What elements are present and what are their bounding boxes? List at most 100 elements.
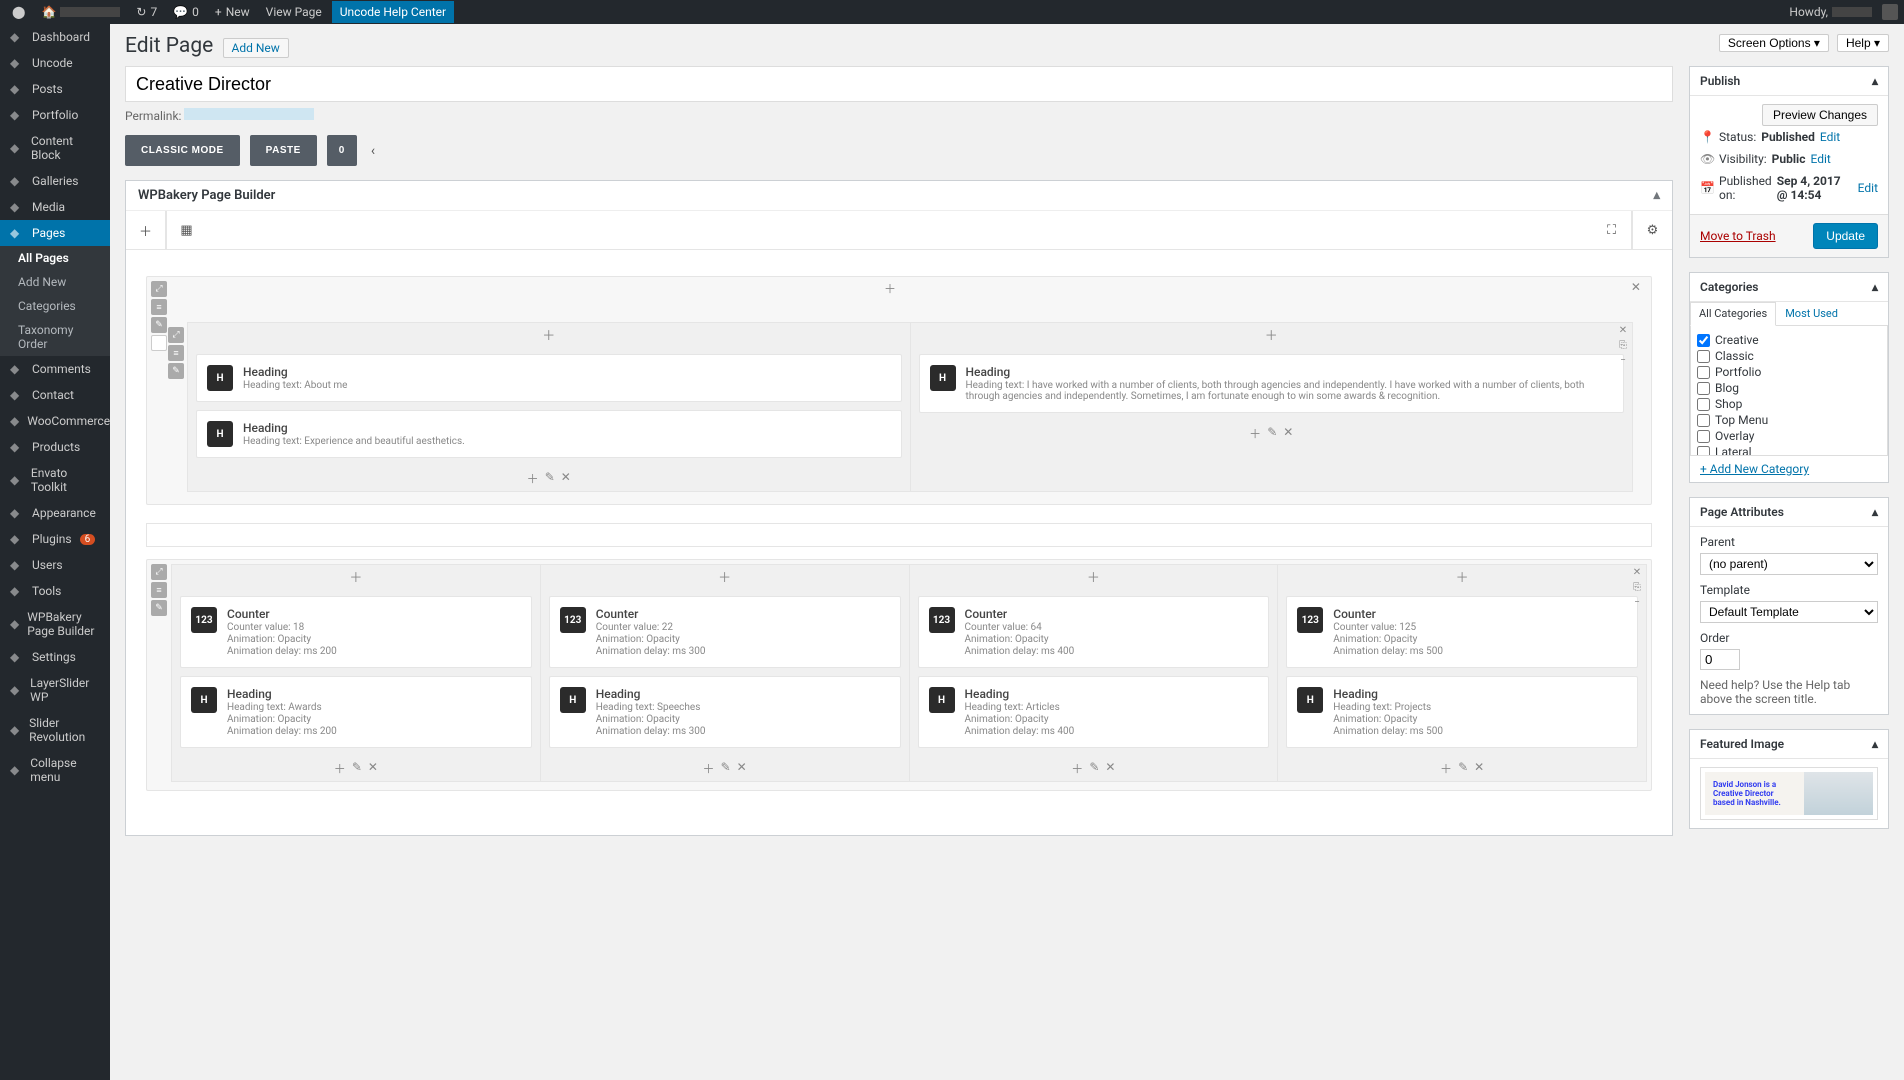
layout-icon[interactable]: ≡ [168, 345, 184, 361]
close-icon[interactable]: ✕ [1474, 760, 1484, 777]
add-icon[interactable]: ＋ [703, 760, 715, 777]
edit-icon[interactable]: ✎ [151, 600, 167, 616]
close-icon[interactable]: ✕ [1616, 325, 1630, 339]
edit-icon[interactable]: ✎ [545, 470, 555, 487]
builder-element[interactable]: HHeadingHeading text: ArticlesAnimation:… [918, 676, 1270, 748]
sidebar-item-plugins[interactable]: ◆Plugins6 [0, 526, 110, 552]
section[interactable]: ⤢ ≡ ✎ ✕ ⎘ − ＋123CounterCounter val [146, 559, 1652, 791]
section[interactable]: ⤢ ≡ ✎ ＋ ✕ [146, 276, 1652, 505]
sidebar-subitem[interactable]: Add New [0, 270, 110, 294]
update-button[interactable]: Update [1813, 223, 1878, 249]
add-icon[interactable]: ＋ [527, 470, 539, 487]
sidebar-item-products[interactable]: ◆Products [0, 434, 110, 460]
post-title-input[interactable] [125, 66, 1673, 102]
close-icon[interactable]: ✕ [561, 470, 571, 487]
add-icon[interactable]: ＋ [1249, 425, 1261, 442]
sidebar-item-comments[interactable]: ◆Comments [0, 356, 110, 382]
sidebar-subitem[interactable]: All Pages [0, 246, 110, 270]
sidebar-item-galleries[interactable]: ◆Galleries [0, 168, 110, 194]
edit-icon[interactable]: ✎ [1089, 760, 1099, 777]
updates-link[interactable]: ↻ 7 [130, 3, 163, 21]
move-to-trash-link[interactable]: Move to Trash [1700, 229, 1776, 243]
add-element-button[interactable]: ＋ [126, 211, 166, 249]
sidebar-item-media[interactable]: ◆Media [0, 194, 110, 220]
sidebar-item-dashboard[interactable]: ◆Dashboard [0, 24, 110, 50]
sidebar-item-settings[interactable]: ◆Settings [0, 644, 110, 670]
builder-element[interactable]: HHeadingHeading text: I have worked with… [919, 354, 1625, 413]
close-icon[interactable]: ✕ [1627, 280, 1645, 297]
order-input[interactable] [1700, 649, 1740, 670]
close-icon[interactable]: ✕ [1630, 567, 1644, 581]
sidebar-item-envato-toolkit[interactable]: ◆Envato Toolkit [0, 460, 110, 500]
sidebar-subitem[interactable]: Categories [0, 294, 110, 318]
category-item[interactable]: Overlay [1697, 428, 1881, 444]
sidebar-item-portfolio[interactable]: ◆Portfolio [0, 102, 110, 128]
add-element-icon[interactable]: ＋ [1278, 565, 1646, 588]
close-icon[interactable]: ✕ [1283, 425, 1293, 442]
tab-most-used[interactable]: Most Used [1776, 302, 1847, 325]
edit-icon[interactable]: ✎ [721, 760, 731, 777]
wpb-metabox-header[interactable]: WPBakery Page Builder▴ [126, 181, 1672, 211]
uncode-help-link[interactable]: Uncode Help Center [332, 1, 454, 23]
add-new-category-link[interactable]: + Add New Category [1700, 462, 1809, 476]
column[interactable]: ＋ 123CounterCounter value: 18Animation: O… [172, 565, 541, 781]
column[interactable]: ＋ 123CounterCounter value: 125Animation: … [1278, 565, 1646, 781]
new-content-link[interactable]: + New [209, 3, 256, 21]
sidebar-subitem[interactable]: Taxonomy Order [0, 318, 110, 356]
sidebar-item-woocommerce[interactable]: ◆WooCommerce [0, 408, 110, 434]
publish-panel-header[interactable]: Publish▴ [1690, 67, 1888, 96]
add-element-icon[interactable]: ＋ [172, 565, 540, 588]
clone-icon[interactable]: ⎘ [1630, 582, 1644, 596]
add-row-icon[interactable]: ＋ [880, 280, 900, 297]
column[interactable]: ＋ HHeadingHeading text: About me HHeading… [188, 323, 911, 491]
settings-button[interactable]: ⚙ [1632, 211, 1672, 249]
column[interactable]: ＋123CounterCounter value: 64Animation: O… [910, 565, 1279, 781]
builder-element[interactable]: 123CounterCounter value: 125Animation: O… [1286, 596, 1638, 668]
builder-element[interactable]: HHeadingHeading text: Experience and bea… [196, 410, 902, 458]
close-icon[interactable]: ✕ [1105, 760, 1115, 777]
builder-element[interactable]: 123CounterCounter value: 18Animation: Op… [180, 596, 532, 668]
chevron-left-icon[interactable]: ‹ [367, 139, 379, 163]
spacer-row[interactable] [146, 523, 1652, 547]
help-button[interactable]: Help ▾ [1837, 34, 1889, 52]
add-icon[interactable]: ＋ [1071, 760, 1083, 777]
sidebar-item-appearance[interactable]: ◆Appearance [0, 500, 110, 526]
category-checkbox[interactable] [1697, 398, 1710, 411]
wp-logo-icon[interactable]: ⬤ [6, 3, 31, 21]
category-item[interactable]: Creative [1697, 332, 1881, 348]
sidebar-item-uncode[interactable]: ◆Uncode [0, 50, 110, 76]
screen-options-button[interactable]: Screen Options ▾ [1719, 34, 1829, 52]
category-checkbox[interactable] [1697, 446, 1710, 457]
parent-select[interactable]: (no parent) [1700, 553, 1878, 575]
sidebar-item-users[interactable]: ◆Users [0, 552, 110, 578]
add-new-page-button[interactable]: Add New [223, 38, 289, 58]
column[interactable]: ＋ HHeadingHeading text: I have worked wi… [911, 323, 1633, 491]
expand-icon[interactable]: ⤢ [151, 281, 167, 297]
minus-icon[interactable]: − [1630, 597, 1644, 611]
sidebar-item-slider-revolution[interactable]: ◆Slider Revolution [0, 710, 110, 750]
edit-icon[interactable]: ✎ [1458, 760, 1468, 777]
category-checkbox[interactable] [1697, 382, 1710, 395]
sidebar-item-tools[interactable]: ◆Tools [0, 578, 110, 604]
preview-changes-button[interactable]: Preview Changes [1762, 104, 1878, 126]
category-item[interactable]: Blog [1697, 380, 1881, 396]
template-select[interactable]: Default Template [1700, 601, 1878, 623]
category-item[interactable]: Lateral [1697, 444, 1881, 456]
edit-visibility-link[interactable]: Edit [1810, 152, 1830, 166]
collapse-icon[interactable]: ▴ [1653, 188, 1660, 203]
add-icon[interactable]: ＋ [1440, 760, 1452, 777]
builder-element[interactable]: HHeadingHeading text: ProjectsAnimation:… [1286, 676, 1638, 748]
builder-element[interactable]: 123CounterCounter value: 22Animation: Op… [549, 596, 901, 668]
sidebar-item-content-block[interactable]: ◆Content Block [0, 128, 110, 168]
category-item[interactable]: Top Menu [1697, 412, 1881, 428]
sidebar-item-contact[interactable]: ◆Contact [0, 382, 110, 408]
clone-icon[interactable]: ⎘ [1616, 340, 1630, 354]
add-element-icon[interactable]: ＋ [911, 323, 1633, 346]
circle-icon[interactable] [151, 335, 167, 351]
add-element-icon[interactable]: ＋ [910, 565, 1278, 588]
fullscreen-button[interactable]: ⛶ [1592, 211, 1632, 249]
builder-element[interactable]: HHeadingHeading text: About me [196, 354, 902, 402]
sidebar-item-wpbakery-page-builder[interactable]: ◆WPBakery Page Builder [0, 604, 110, 644]
add-icon[interactable]: ＋ [334, 760, 346, 777]
row[interactable]: ⤢ ≡ ✎ ✕ ⎘ − [187, 322, 1633, 492]
